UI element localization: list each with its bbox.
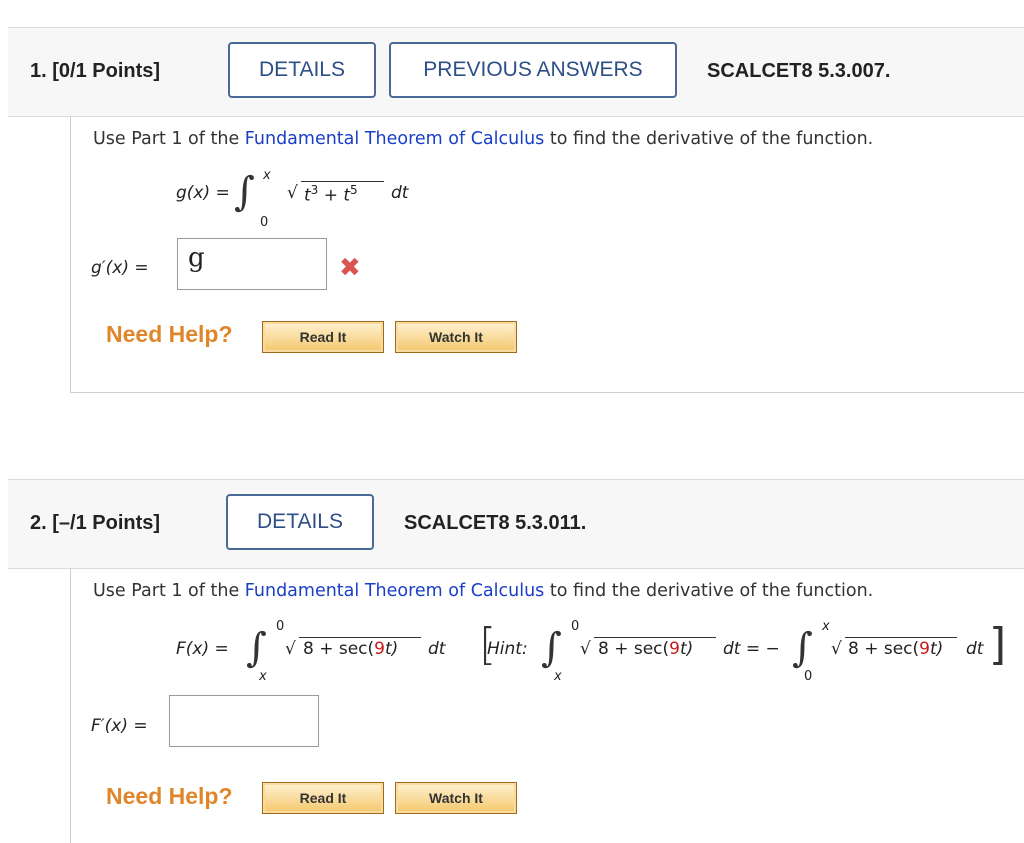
prompt-text: Use Part 1 of the — [93, 129, 245, 149]
lower-limit: x — [259, 669, 267, 684]
answer-input[interactable] — [169, 695, 319, 747]
differential: dt — [391, 183, 409, 203]
lower-limit: 0 — [804, 669, 813, 684]
question-1-body: Use Part 1 of the Fundamental Theorem of… — [70, 116, 1024, 393]
hint-label: Hint: — [487, 639, 528, 659]
integral-sign: ∫ — [234, 169, 255, 215]
question-1-code: SCALCET8 5.3.007. — [707, 60, 891, 82]
upper-limit: x — [822, 619, 830, 634]
radicand: 8 + sec(9t) — [848, 639, 944, 659]
upper-limit: 0 — [571, 619, 580, 634]
question-2-header: 2. [–/1 Points] DETAILS SCALCET8 5.3.011… — [8, 479, 1024, 569]
sqrt-sign: √ — [287, 183, 298, 203]
question-2-body: Use Part 1 of the Fundamental Theorem of… — [70, 568, 1024, 843]
incorrect-icon: ✖ — [339, 253, 361, 283]
lower-limit: 0 — [260, 215, 269, 230]
read-it-button[interactable]: Read It — [262, 782, 384, 814]
watch-it-button[interactable]: Watch It — [395, 782, 517, 814]
question-2-points: 2. [–/1 Points] — [30, 512, 161, 534]
sqrt-bar — [845, 637, 957, 639]
need-help-label: Need Help? — [106, 321, 233, 347]
sqrt-sign: √ — [285, 639, 296, 659]
question-1-header: 1. [0/1 Points] DETAILS PREVIOUS ANSWERS… — [8, 27, 1024, 117]
answer-label: F′(x) = — [91, 716, 148, 736]
fn-lhs: F(x) = — [176, 639, 229, 659]
upper-limit: 0 — [276, 619, 285, 634]
upper-limit: x — [263, 168, 271, 183]
ftc-link[interactable]: Fundamental Theorem of Calculus — [245, 581, 545, 601]
question-1-prompt: Use Part 1 of the Fundamental Theorem of… — [93, 129, 873, 149]
integral-sign: ∫ — [792, 625, 813, 671]
details-button[interactable]: DETAILS — [226, 494, 374, 550]
answer-input[interactable]: g — [177, 238, 327, 290]
integral-sign: ∫ — [541, 625, 562, 671]
details-button[interactable]: DETAILS — [228, 42, 376, 98]
radicand: t3 + t5 — [304, 183, 358, 206]
ftc-link[interactable]: Fundamental Theorem of Calculus — [245, 129, 545, 149]
prompt-text: Use Part 1 of the — [93, 581, 245, 601]
answer-label: g′(x) = — [91, 258, 149, 278]
radicand: 8 + sec(9t) — [598, 639, 694, 659]
sqrt-bar — [301, 181, 384, 183]
watch-it-button[interactable]: Watch It — [395, 321, 517, 353]
differential: dt — [966, 639, 984, 659]
question-1-points: 1. [0/1 Points] — [30, 60, 161, 82]
sqrt-sign: √ — [580, 639, 591, 659]
integral-sign: ∫ — [246, 625, 267, 671]
previous-answers-button[interactable]: PREVIOUS ANSWERS — [389, 42, 677, 98]
hint-bracket-right: ] — [989, 619, 1007, 670]
hint-equation: dt = − — [723, 639, 780, 659]
sqrt-bar — [594, 637, 716, 639]
prompt-text: to find the derivative of the function. — [544, 129, 874, 149]
read-it-button[interactable]: Read It — [262, 321, 384, 353]
differential: dt — [428, 639, 446, 659]
lower-limit: x — [554, 669, 562, 684]
need-help-label: Need Help? — [106, 783, 233, 809]
question-2-prompt: Use Part 1 of the Fundamental Theorem of… — [93, 581, 873, 601]
radicand: 8 + sec(9t) — [303, 639, 399, 659]
prompt-text: to find the derivative of the function. — [544, 581, 874, 601]
sqrt-bar — [299, 637, 421, 639]
sqrt-sign: √ — [831, 639, 842, 659]
fn-lhs: g(x) = — [176, 183, 230, 203]
question-2-code: SCALCET8 5.3.011. — [404, 512, 587, 534]
